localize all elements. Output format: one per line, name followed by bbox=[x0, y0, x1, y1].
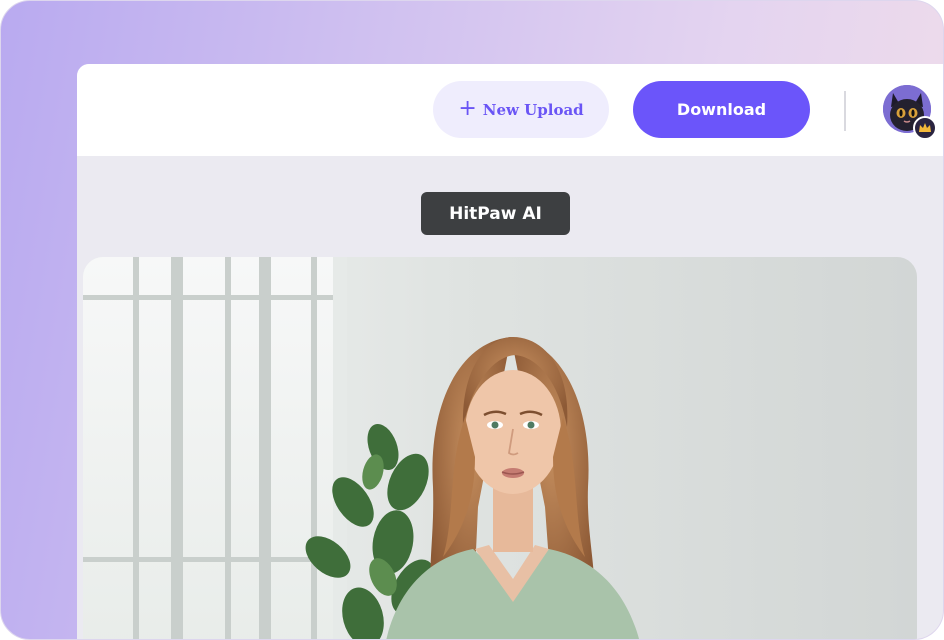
app-frame: + New Upload Download HitPaw AI bbox=[0, 0, 944, 640]
new-upload-label: New Upload bbox=[482, 100, 584, 119]
preview-label-chip: HitPaw AI bbox=[421, 192, 570, 235]
app-window: + New Upload Download HitPaw AI bbox=[77, 64, 943, 639]
crown-badge bbox=[913, 116, 937, 140]
portrait-illustration bbox=[83, 257, 917, 639]
preview-image bbox=[83, 257, 917, 639]
new-upload-button[interactable]: + New Upload bbox=[433, 81, 609, 138]
download-button[interactable]: Download bbox=[633, 81, 810, 138]
crown-icon bbox=[919, 123, 931, 132]
top-toolbar: + New Upload Download bbox=[77, 64, 943, 156]
plus-icon: + bbox=[458, 95, 477, 121]
toolbar-divider bbox=[844, 91, 846, 131]
